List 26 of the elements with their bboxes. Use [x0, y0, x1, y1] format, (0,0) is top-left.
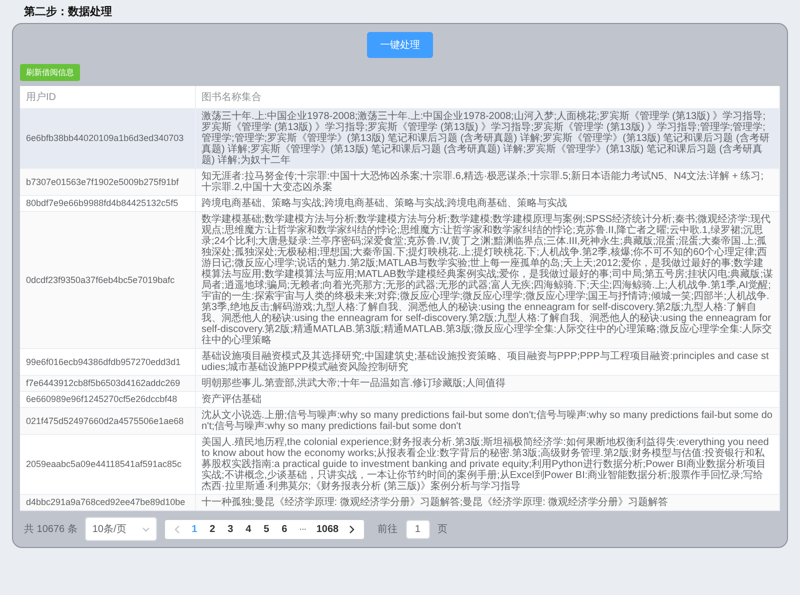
book-titles-cell: 知无涯者:拉马努金传;十宗罪:中国十大恐怖凶杀案;十宗罪.6,精选·极恶谋杀;十宗罪.5;新日本语能力考试N5、N4文法:详解 + 练习;十宗罪.2,中国十大变态凶杀案 [195, 168, 780, 196]
book-titles-cell: 沈从文小说选.上册;信号与噪声:why so many predictions fail-but some don't;信号与噪声:why so many predictions fail-but some don't;信号与噪声:why so many predictions fail-but some don't [195, 408, 780, 434]
more-pages-button[interactable]: ··· [293, 520, 312, 538]
caret-icon [142, 526, 150, 532]
book-titles-cell: 十一种孤独;曼昆《经济学原理: 微观经济学分册》习题解答;曼昆《经济学原理: 微观经济学分册》习题解答 [195, 494, 780, 510]
page-number[interactable]: 6 [275, 520, 294, 538]
user-id-cell: b7307e01563e7f1902e5009b275f91bf [20, 168, 195, 196]
page-input[interactable]: 1 [406, 520, 430, 538]
chevron-right-icon [348, 524, 355, 534]
page-number[interactable]: 4 [239, 520, 258, 538]
goto-label: 前往 [378, 522, 398, 536]
book-titles-cell: 数学建模基础;数学建模方法与分析;数学建模方法与分析;数学建模;数学建模原理与案例;SPSS经济统计分析;秦书;微观经济学:现代观点;思维魔方:让哲学家和数学家纠结的悖论;思维魔方:让哲学家和数学家纠结的悖论;克苏鲁.II,降亡者之曜;云中歌.1,绿罗裙;沉思录;24个比利;大唐悬疑录:兰亭序密码;深爱食堂;克苏鲁.IV,黄丁之渊;黯渊临界点;三体.III,死神永生;典藏版;混蛋;混蛋;大秦帝国.上;孤独深处;孤独深处;无极秘相;理想国;大秦帝国.下;提灯映桃花.上;提灯映桃花.下;人机战争.第2季,核爆;你不可不知的60个心理定律;西游日记;微反应心理学;说话的魅力.第2版;MATLAB与数学实验;世上每一座孤单的岛;天上天;2012;爱你，是我做过最好的事;数学建模算法与应用;数学建模算法与应用;MATLAB数学建模经典案例实战;爱你，是我做过最好的事;司中局;第五号房;挂状闪电;典藏版;谋局者;逍遥地球;骗局;无赖者;向着光亮那方;无形的武器;无形的武器;富人无疾;四海鲸骑.下;天尘;四海鲸骑.上;人机战争.第1季,AI觉醒;宇宙的一生:探索宇宙与人类的终极未来;对弈;微反应心理学;微反应心理学;微反应心理学;国王与抒情诗;倾城一笑;四部半;人机战争.第3季,绝地反击;解码游戏;九型人格:了解自我、洞悉他人的秘诀:using the enneagram for self-discovery.第2版;九型人格:了解自我、洞悉他人的秘诀:using the enneagram for self-discovery.第2版;九型人格:了解自我、洞悉他人的秘诀:using the enneagram for self-discovery.第2版;精通MATLAB.第3版;精通MATLAB.第3版;微反应心理学全集:人际交往中的心理策略;微反应心理学全集:人际交往中的心理策略 [195, 212, 780, 348]
total-count: 共 10676 条 [24, 522, 78, 536]
page-number[interactable]: 5 [257, 520, 276, 538]
user-id-cell: 021f475d52497660d2a4575506e1ae68 [20, 408, 195, 434]
page-suffix: 页 [438, 523, 448, 536]
step-title: 第二步：数据处理 [24, 4, 113, 19]
page-number[interactable]: 2 [203, 520, 222, 538]
page-size-select[interactable]: 10条/页 [85, 517, 158, 541]
user-id-cell: f7e6443912cb8f5b6503d4162addc269 [20, 376, 195, 392]
chevron-left-icon [174, 524, 180, 534]
user-id-cell: d4bbc291a9a768ced92ee47be89d10be [20, 494, 195, 510]
user-id-cell: 0dcdf23f9350a37f6eb4bc5e7019bafc [20, 212, 195, 348]
page-number[interactable]: 3 [221, 520, 240, 538]
page-number[interactable]: 1068 [311, 520, 344, 538]
book-titles-cell: 明朝那些事儿.第壹部,洪武大帝;十年一品温如言.修订珍藏版;人间值得 [195, 376, 780, 392]
